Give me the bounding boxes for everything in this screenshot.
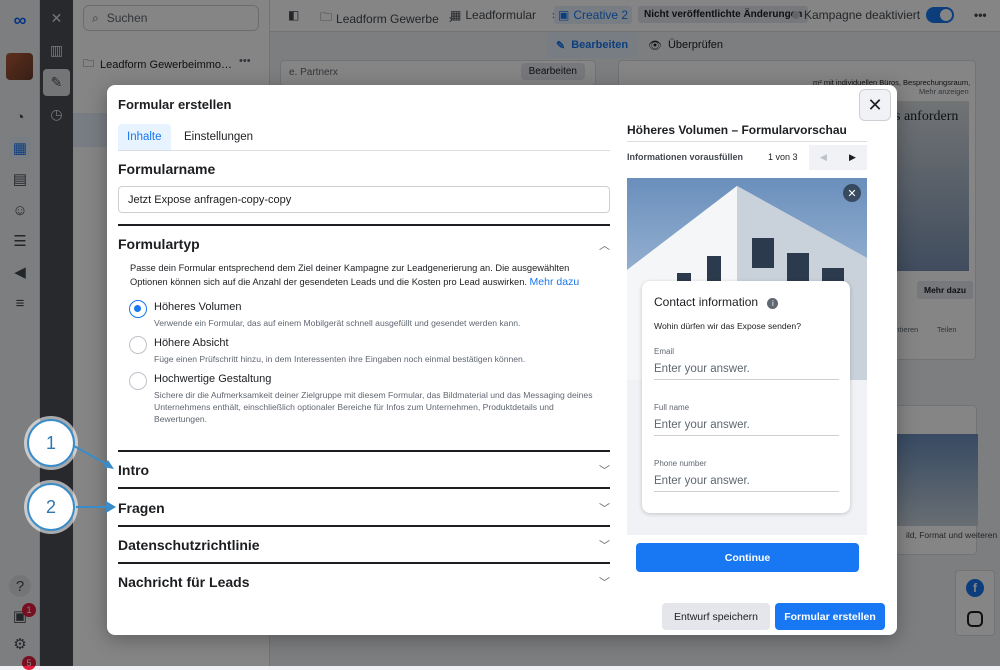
chevron-down-icon[interactable]: ﹀ (599, 537, 610, 553)
option-label: Höheres Volumen (154, 301, 242, 313)
form-type-description: Passe dein Formular entsprechend dem Zie… (130, 261, 600, 289)
chevron-down-icon[interactable]: ﹀ (599, 574, 610, 590)
close-icon[interactable]: ✕ (843, 184, 861, 202)
section-intro[interactable]: Intro (118, 462, 149, 478)
form-name-title: Formularname (118, 161, 216, 177)
section-divider (118, 224, 610, 226)
tab-content[interactable]: Inhalte (118, 124, 171, 150)
continue-button[interactable]: Continue (636, 543, 859, 572)
info-icon[interactable]: i (767, 298, 779, 309)
section-divider (118, 562, 610, 564)
create-form-dialog: Formular erstellen ✕ Inhalte Einstellung… (107, 85, 897, 635)
form-type-desc-text: Passe dein Formular entsprechend dem Zie… (130, 263, 570, 287)
contact-info-card: Contact information i Wohin dürfen wir d… (642, 281, 850, 513)
option-desc: Füge einen Prüfschritt hinzu, in dem Int… (154, 354, 526, 364)
card-heading: Contact information i (654, 295, 779, 309)
radio-selected[interactable] (129, 300, 147, 318)
section-divider (118, 525, 610, 527)
preview-title: Höheres Volumen – Formularvorschau (627, 123, 847, 137)
option-label: Hochwertige Gestaltung (154, 373, 272, 385)
card-title: Contact information (654, 295, 759, 309)
option-desc: Verwende ein Formular, das auf einem Mob… (154, 318, 521, 328)
preview-phone-frame: ✕ Contact information i Wohin dürfen wir… (627, 178, 867, 535)
tab-settings[interactable]: Einstellungen (175, 124, 262, 150)
create-form-button[interactable]: Formular erstellen (775, 603, 885, 630)
section-lead-message[interactable]: Nachricht für Leads (118, 574, 249, 590)
preview-prev-icon[interactable]: ◀ (809, 145, 838, 170)
section-divider (118, 487, 610, 489)
annotation-arrow-2 (76, 501, 116, 513)
email-field[interactable]: Enter your answer. (654, 363, 839, 380)
phone-field[interactable]: Enter your answer. (654, 475, 839, 492)
form-type-title: Formulartyp (118, 236, 200, 252)
phone-label: Phone number (654, 459, 707, 468)
learn-more-link[interactable]: Mehr dazu (530, 276, 580, 288)
option-desc: Sichere dir die Aufmerksamkeit deiner Zi… (154, 390, 593, 424)
radio-unselected[interactable] (129, 336, 147, 354)
tab-divider (118, 150, 610, 151)
chevron-up-icon[interactable]: ︿ (599, 237, 610, 253)
email-label: Email (654, 347, 675, 356)
full-name-label: Full name (654, 403, 690, 412)
section-divider (118, 450, 610, 452)
section-privacy-policy[interactable]: Datenschutzrichtlinie (118, 537, 260, 553)
preview-step: Informationen vorausfüllen (627, 152, 744, 162)
annotation-callout-2: 2 (27, 483, 75, 531)
form-name-input[interactable]: Jetzt Expose anfragen-copy-copy (118, 186, 610, 213)
save-draft-button[interactable]: Entwurf speichern (662, 603, 770, 630)
full-name-field[interactable]: Enter your answer. (654, 419, 839, 436)
card-question: Wohin dürfen wir das Expose senden? (654, 321, 801, 331)
preview-page-count: 1 von 3 (768, 152, 798, 162)
option-label: Höhere Absicht (154, 337, 229, 349)
chevron-down-icon[interactable]: ﹀ (599, 462, 610, 478)
preview-next-icon[interactable]: ▶ (838, 145, 867, 170)
radio-unselected[interactable] (129, 372, 147, 390)
dialog-title: Formular erstellen (118, 97, 232, 112)
annotation-arrow-1 (73, 445, 114, 469)
chevron-down-icon[interactable]: ﹀ (599, 500, 610, 516)
annotation-callout-1: 1 (27, 419, 75, 467)
section-questions[interactable]: Fragen (118, 500, 165, 516)
close-icon[interactable]: ✕ (859, 89, 891, 121)
